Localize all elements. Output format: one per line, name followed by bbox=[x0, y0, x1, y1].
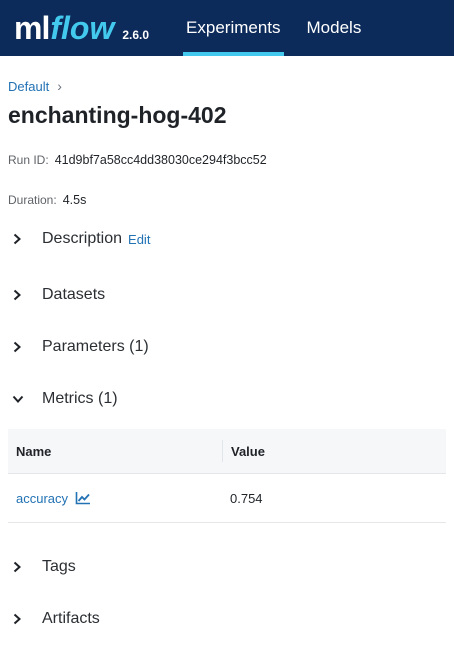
section-tags[interactable]: Tags bbox=[8, 555, 446, 579]
section-artifacts-label: Artifacts bbox=[42, 610, 100, 627]
section-description[interactable]: Description Edit bbox=[8, 227, 446, 251]
section-metrics[interactable]: Metrics (1) bbox=[8, 387, 446, 411]
run-id-value: 41d9bf7a58cc4dd38030ce294f3bcc52 bbox=[54, 153, 267, 167]
line-chart-icon[interactable] bbox=[75, 491, 91, 505]
top-navbar: ml flow 2.6.0 Experiments Models bbox=[0, 0, 454, 56]
metrics-table: Name Value accuracy 0.754 bbox=[8, 429, 446, 523]
edit-description-link[interactable]: Edit bbox=[128, 232, 150, 247]
metric-value: 0.754 bbox=[230, 490, 263, 506]
section-parameters[interactable]: Parameters (1) bbox=[8, 335, 446, 359]
section-artifacts[interactable]: Artifacts bbox=[8, 607, 446, 631]
run-id-row: Run ID: 41d9bf7a58cc4dd38030ce294f3bcc52 bbox=[8, 153, 446, 167]
section-tags-label: Tags bbox=[42, 558, 76, 575]
chevron-right-icon bbox=[12, 561, 32, 573]
chevron-right-icon bbox=[12, 233, 32, 245]
section-datasets-label: Datasets bbox=[42, 286, 106, 303]
chevron-right-icon bbox=[12, 341, 32, 353]
run-page: Default › enchanting-hog-402 Run ID: 41d… bbox=[0, 78, 454, 631]
logo-flow-text: flow bbox=[50, 9, 115, 46]
page-title: enchanting-hog-402 bbox=[8, 102, 227, 128]
chevron-right-icon bbox=[12, 289, 32, 301]
nav-models[interactable]: Models bbox=[294, 0, 375, 56]
logo-ml-text: ml bbox=[14, 9, 50, 46]
metrics-table-header: Name Value bbox=[8, 429, 446, 474]
metric-name-link[interactable]: accuracy bbox=[16, 491, 68, 506]
duration-value: 4.5s bbox=[62, 193, 87, 207]
column-header-name[interactable]: Name bbox=[8, 440, 223, 462]
version-label: 2.6.0 bbox=[122, 27, 150, 42]
section-description-label: Description bbox=[42, 230, 123, 247]
section-metrics-label: Metrics (1) bbox=[42, 390, 118, 407]
section-datasets[interactable]: Datasets bbox=[8, 283, 446, 307]
chevron-right-icon bbox=[12, 613, 32, 625]
nav-experiments[interactable]: Experiments bbox=[173, 0, 293, 56]
chevron-down-icon bbox=[12, 394, 32, 404]
run-id-label: Run ID: bbox=[8, 153, 49, 167]
metric-accuracy-cell[interactable]: accuracy bbox=[8, 491, 222, 506]
breadcrumb: Default › bbox=[8, 78, 446, 94]
section-parameters-label: Parameters (1) bbox=[42, 338, 149, 355]
breadcrumb-separator: › bbox=[57, 78, 62, 94]
duration-row: Duration: 4.5s bbox=[8, 193, 446, 207]
mlflow-logo[interactable]: ml flow 2.6.0 bbox=[14, 10, 149, 47]
column-header-value[interactable]: Value bbox=[223, 444, 265, 459]
table-row: accuracy 0.754 bbox=[8, 474, 446, 523]
main-nav: Experiments Models bbox=[173, 0, 374, 56]
duration-label: Duration: bbox=[8, 193, 57, 207]
breadcrumb-experiment-link[interactable]: Default bbox=[8, 79, 49, 94]
